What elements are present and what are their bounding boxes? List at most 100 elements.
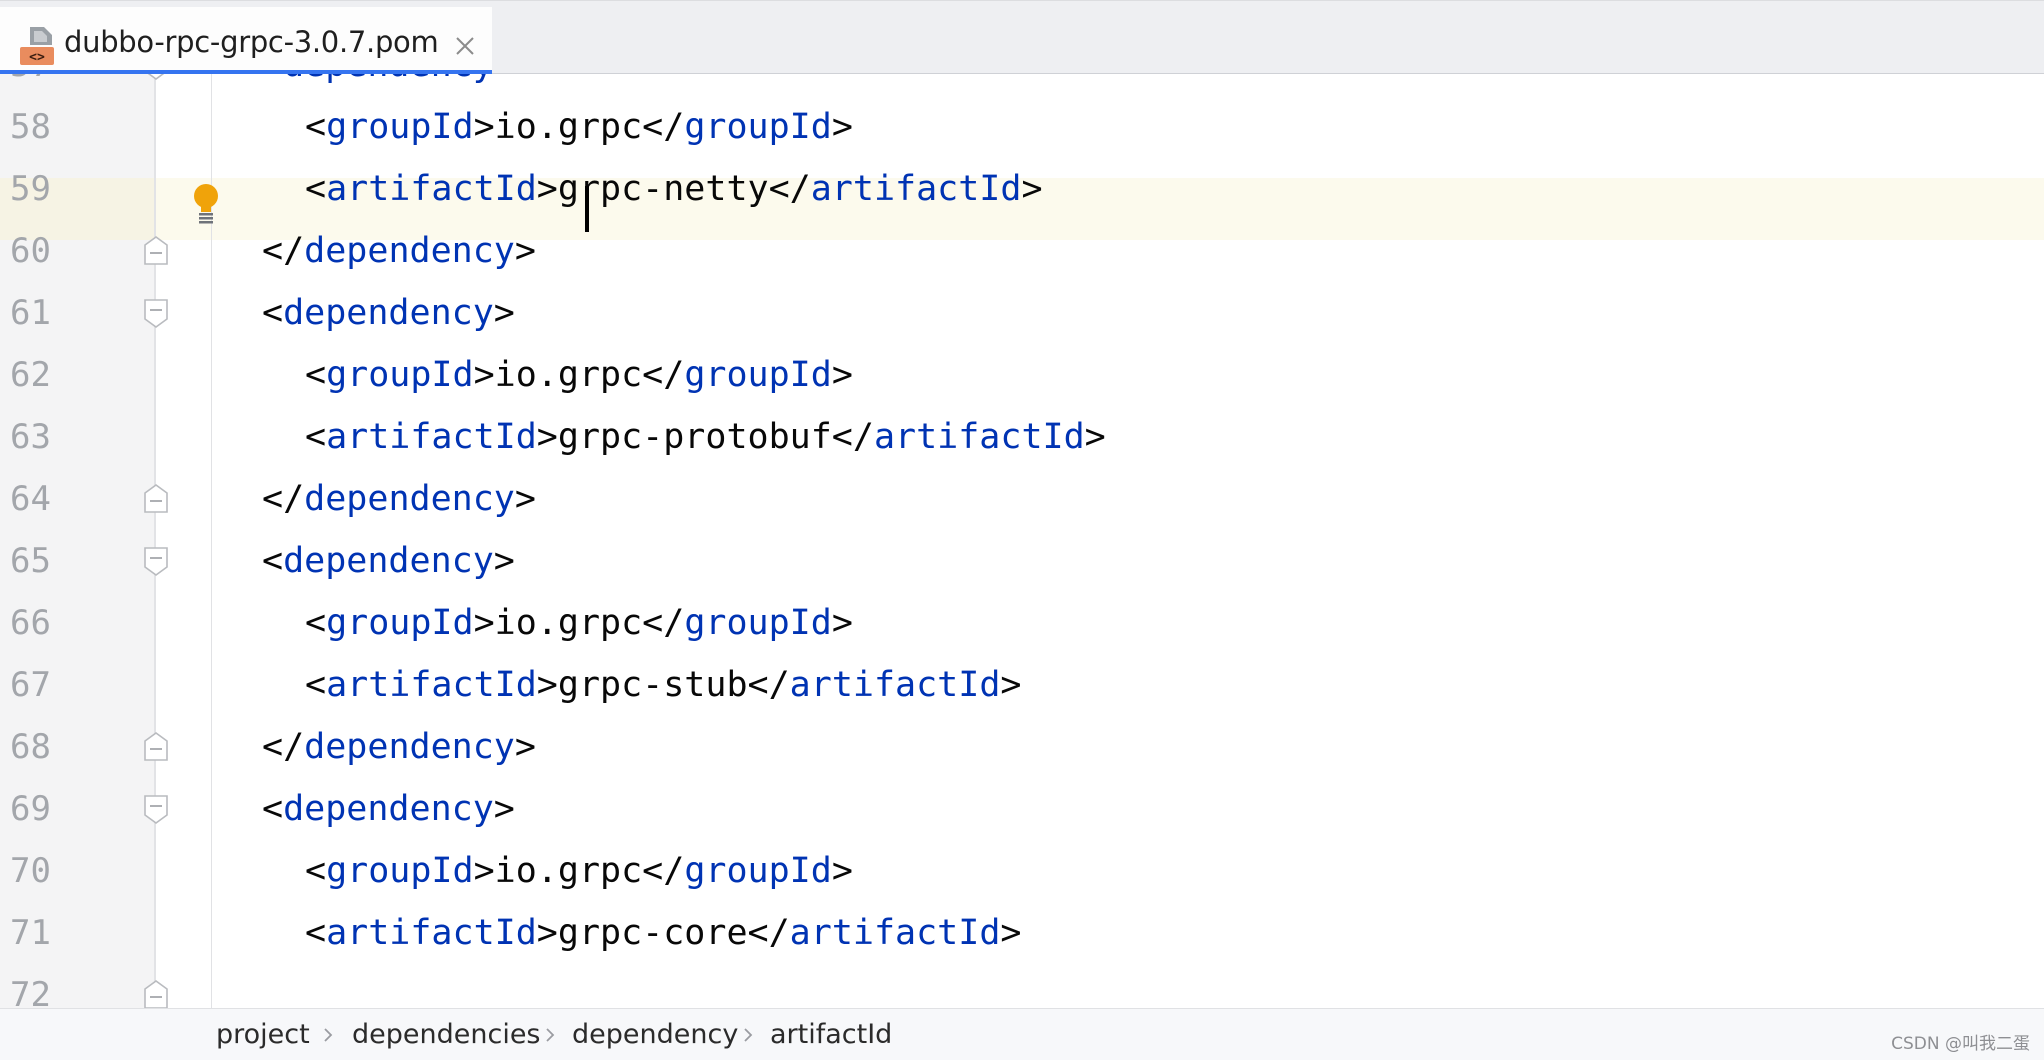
code-text: > xyxy=(514,479,536,519)
code-text: </ xyxy=(262,727,305,767)
code-text: >grpc-core</ xyxy=(536,913,790,953)
code-text: < xyxy=(305,603,327,643)
code-line[interactable]: <groupId>io.grpc</groupId> xyxy=(305,592,853,654)
xml-tag-name: dependency xyxy=(283,541,494,581)
xml-tag-name: dependency xyxy=(304,479,515,519)
line-number: 63 xyxy=(10,417,51,457)
close-icon[interactable] xyxy=(454,35,476,57)
code-line[interactable]: <artifactId>grpc-stub</artifactId> xyxy=(305,654,1021,716)
line-number: 64 xyxy=(10,479,51,519)
fold-close-icon[interactable] xyxy=(142,731,170,763)
code-text: < xyxy=(262,541,284,581)
code-text: >io.grpc</ xyxy=(473,603,685,643)
code-line[interactable]: <artifactId>grpc-protobuf</artifactId> xyxy=(305,406,1106,468)
xml-tag-name: groupId xyxy=(326,107,474,147)
code-text: > xyxy=(494,74,515,85)
breadcrumb-item-artifactid[interactable]: artifactId xyxy=(770,1019,892,1050)
line-number: 65 xyxy=(10,541,51,581)
xml-tag-name: artifactId xyxy=(810,169,1022,209)
xml-tag-name: groupId xyxy=(326,355,474,395)
xml-tag-name: groupId xyxy=(684,107,832,147)
code-text: > xyxy=(493,789,515,829)
breadcrumb-item-dependency[interactable]: dependency xyxy=(572,1019,738,1050)
code-text: > xyxy=(514,231,536,271)
fold-close-icon[interactable] xyxy=(142,979,170,1008)
chevron-right-icon xyxy=(546,1028,555,1042)
fold-close-icon[interactable] xyxy=(142,483,170,515)
line-number: 58 xyxy=(10,107,51,147)
code-line[interactable]: <dependency> xyxy=(262,282,515,344)
code-line[interactable]: </dependency> xyxy=(262,468,536,530)
text-caret xyxy=(585,186,589,232)
code-line[interactable]: <artifactId>grpc-core</artifactId> xyxy=(305,902,1021,964)
line-number: 60 xyxy=(10,231,51,271)
code-text: >grpc-protobuf</ xyxy=(536,417,874,457)
xml-tag-name: artifactId xyxy=(326,169,537,209)
line-number: 57 xyxy=(10,74,70,96)
code-line[interactable]: <groupId>io.grpc</groupId> xyxy=(305,840,853,902)
line-number: 70 xyxy=(10,851,51,891)
code-line[interactable]: </dependency> xyxy=(262,716,536,778)
watermark: CSDN @叫我二蛋 xyxy=(1891,1034,2030,1054)
breadcrumb-item-dependencies[interactable]: dependencies xyxy=(352,1019,541,1050)
line-number: 66 xyxy=(10,603,51,643)
code-text: < xyxy=(262,293,284,333)
fold-open-icon[interactable] xyxy=(142,74,170,81)
fold-gutter-divider xyxy=(154,74,156,1008)
fold-open-icon[interactable] xyxy=(142,297,170,329)
editor-tab-bar: <> dubbo-rpc-grpc-3.0.7.pom xyxy=(0,0,2044,75)
fold-close-icon[interactable] xyxy=(142,235,170,267)
xml-tag-name: dependency xyxy=(283,789,494,829)
code-text: < xyxy=(305,355,327,395)
breadcrumb: project dependencies dependency artifact… xyxy=(0,1008,2044,1060)
xml-tag-name: artifactId xyxy=(789,665,1001,705)
xml-tag-name: artifactId xyxy=(326,417,537,457)
chevron-right-icon xyxy=(744,1028,753,1042)
code-text: </ xyxy=(262,479,305,519)
xml-tag-name: groupId xyxy=(684,603,832,643)
xml-tag-name: groupId xyxy=(684,851,832,891)
code-text: > xyxy=(514,727,536,767)
lightbulb-icon[interactable] xyxy=(190,182,222,226)
code-text: < xyxy=(305,417,327,457)
line-number: 67 xyxy=(10,665,51,705)
code-line[interactable]: </dependency> xyxy=(262,220,536,282)
code-text: > xyxy=(493,541,515,581)
code-line[interactable]: <groupId>io.grpc</groupId> xyxy=(305,96,853,158)
fold-open-icon[interactable] xyxy=(142,793,170,825)
line-number: 69 xyxy=(10,789,51,829)
code-line[interactable]: <dependency> xyxy=(262,74,515,96)
code-editor[interactable]: 57<dependency>58<groupId>io.grpc</groupI… xyxy=(0,74,2044,1008)
code-text: > xyxy=(831,603,853,643)
code-text: >grpc-netty</ xyxy=(536,169,811,209)
line-number: 72 xyxy=(10,975,51,1008)
code-text: > xyxy=(1000,913,1022,953)
code-line[interactable]: <artifactId>grpc-netty</artifactId> xyxy=(305,158,1043,220)
code-text: < xyxy=(262,789,284,829)
code-text: > xyxy=(1000,665,1022,705)
xml-tag-name: artifactId xyxy=(326,665,537,705)
code-text: < xyxy=(262,74,283,85)
code-text: < xyxy=(305,107,327,147)
xml-tag-name: dependency xyxy=(283,293,494,333)
tab-title: dubbo-rpc-grpc-3.0.7.pom xyxy=(64,25,439,59)
line-number: 71 xyxy=(10,913,51,953)
code-line[interactable]: <dependency> xyxy=(262,530,515,592)
fold-open-icon[interactable] xyxy=(142,545,170,577)
xml-tag-name: dependency xyxy=(283,74,494,85)
breadcrumb-item-project[interactable]: project xyxy=(216,1019,310,1050)
code-line[interactable]: <dependency> xyxy=(262,778,515,840)
line-number: 62 xyxy=(10,355,51,395)
code-text: < xyxy=(305,665,327,705)
code-text: > xyxy=(493,293,515,333)
code-line[interactable]: <groupId>io.grpc</groupId> xyxy=(305,344,853,406)
code-text: < xyxy=(305,851,327,891)
code-text: < xyxy=(305,169,327,209)
code-text: >io.grpc</ xyxy=(473,355,685,395)
xml-tag-name: groupId xyxy=(684,355,832,395)
code-text: >io.grpc</ xyxy=(473,107,685,147)
editor-tab[interactable]: <> dubbo-rpc-grpc-3.0.7.pom xyxy=(0,7,492,75)
xml-tag-name: groupId xyxy=(326,851,474,891)
xml-tag-name: dependency xyxy=(304,231,515,271)
svg-text:<>: <> xyxy=(29,50,45,65)
